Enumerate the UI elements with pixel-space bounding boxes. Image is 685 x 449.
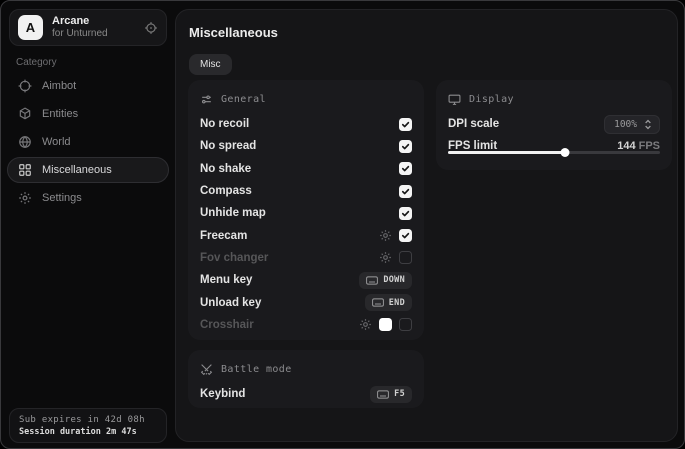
no-spread-checkbox[interactable] [399,140,412,153]
display-card: Display DPI scale 100% FPS li [436,80,672,170]
setting-row-keybind: Keybind F5 [200,383,412,405]
sub-expiry-text: Sub expires in 42d 08h [19,415,157,425]
sidebar-item-label: World [42,136,71,148]
app-title: Arcane [52,15,144,28]
page-title: Miscellaneous [189,25,278,40]
setting-row-unhide-map: Unhide map [200,202,412,224]
setting-row-dpi-scale: DPI scale 100% [448,113,660,135]
app-logo: A [18,15,43,40]
freecam-checkbox[interactable] [399,229,412,242]
setting-label: Crosshair [200,319,254,331]
keybind-value: F5 [394,389,405,399]
keybind-value: END [389,298,405,308]
crosshair-icon [18,79,32,93]
sidebar-item-label: Settings [42,192,82,204]
sidebar-item-miscellaneous[interactable]: Miscellaneous [7,157,169,183]
sidebar-item-settings[interactable]: Settings [7,185,169,211]
monitor-icon [448,93,461,106]
setting-row-unload-key: Unload key END [200,291,412,313]
gear-icon [18,191,32,205]
brand-card: A Arcane for Unturned [9,9,167,46]
keybind-value: DOWN [383,275,405,285]
brand-text: Arcane for Unturned [52,15,144,39]
fps-limit-slider[interactable] [448,147,660,157]
display-card-title: Display [469,94,514,105]
menu-key-keybind-button[interactable]: DOWN [359,272,412,289]
app-window: A Arcane for Unturned Category A [0,0,685,449]
battle-keybind-button[interactable]: F5 [370,386,412,403]
setting-row-freecam: Freecam [200,224,412,246]
tab-misc[interactable]: Misc [189,54,232,75]
sidebar-item-label: Aimbot [42,80,76,92]
setting-label: DPI scale [448,118,499,130]
sidebar: A Arcane for Unturned Category A [1,1,175,448]
setting-row-no-recoil: No recoil [200,113,412,135]
setting-label: No recoil [200,118,249,130]
setting-label: Compass [200,185,252,197]
fov-changer-checkbox[interactable] [399,251,412,264]
setting-label: Keybind [200,388,245,400]
crosshair-settings-gear-icon[interactable] [359,318,372,331]
general-card-header: General [200,91,412,107]
setting-label: Menu key [200,274,252,286]
globe-icon [18,135,32,149]
sidebar-item-aimbot[interactable]: Aimbot [7,73,169,99]
cube-icon [18,107,32,121]
dpi-scale-value: 100% [614,119,637,130]
sidebar-item-entities[interactable]: Entities [7,101,169,127]
battle-card-header: Battle mode [200,361,412,377]
sidebar-item-label: Entities [42,108,78,120]
target-icon[interactable] [144,21,158,35]
crosshair-color-swatch[interactable] [379,318,392,331]
general-card-title: General [221,94,266,105]
main-panel: Miscellaneous Misc General No recoil [175,9,678,442]
no-shake-checkbox[interactable] [399,162,412,175]
unhide-map-checkbox[interactable] [399,207,412,220]
display-card-header: Display [448,91,660,107]
swords-icon [200,363,213,376]
fov-changer-settings-gear-icon[interactable] [379,251,392,264]
compass-checkbox[interactable] [399,185,412,198]
setting-row-no-spread: No spread [200,135,412,157]
setting-label: No spread [200,140,256,152]
unload-key-keybind-button[interactable]: END [365,294,412,311]
battle-card-title: Battle mode [221,364,292,375]
chevron-up-down-icon [643,119,653,130]
keyboard-icon [366,276,378,285]
setting-row-menu-key: Menu key DOWN [200,269,412,291]
slider-fill [448,151,565,154]
session-duration-text: Session duration 2m 47s [19,427,157,437]
keyboard-icon [372,298,384,307]
setting-label: Freecam [200,230,247,242]
general-card: General No recoil No spread [188,80,424,340]
category-label: Category [16,57,57,68]
freecam-settings-gear-icon[interactable] [379,229,392,242]
sidebar-item-label: Miscellaneous [42,164,112,176]
setting-row-fov-changer: Fov changer [200,247,412,269]
setting-row-no-shake: No shake [200,158,412,180]
setting-row-compass: Compass [200,180,412,202]
subscription-card: Sub expires in 42d 08h Session duration … [9,408,167,443]
grid-icon [18,163,32,177]
crosshair-checkbox[interactable] [399,318,412,331]
setting-row-crosshair: Crosshair [200,314,412,336]
keyboard-icon [377,390,389,399]
no-recoil-checkbox[interactable] [399,118,412,131]
slider-thumb[interactable] [560,148,569,157]
sidebar-item-world[interactable]: World [7,129,169,155]
setting-label: Unload key [200,297,261,309]
app-subtitle: for Unturned [52,28,144,40]
setting-label: No shake [200,163,251,175]
sliders-icon [200,93,213,106]
setting-label: Fov changer [200,252,268,264]
sidebar-nav: Aimbot Entities World [7,73,169,213]
setting-label: Unhide map [200,207,266,219]
battle-mode-card: Battle mode Keybind F5 [188,350,424,408]
dpi-scale-select[interactable]: 100% [604,115,660,134]
